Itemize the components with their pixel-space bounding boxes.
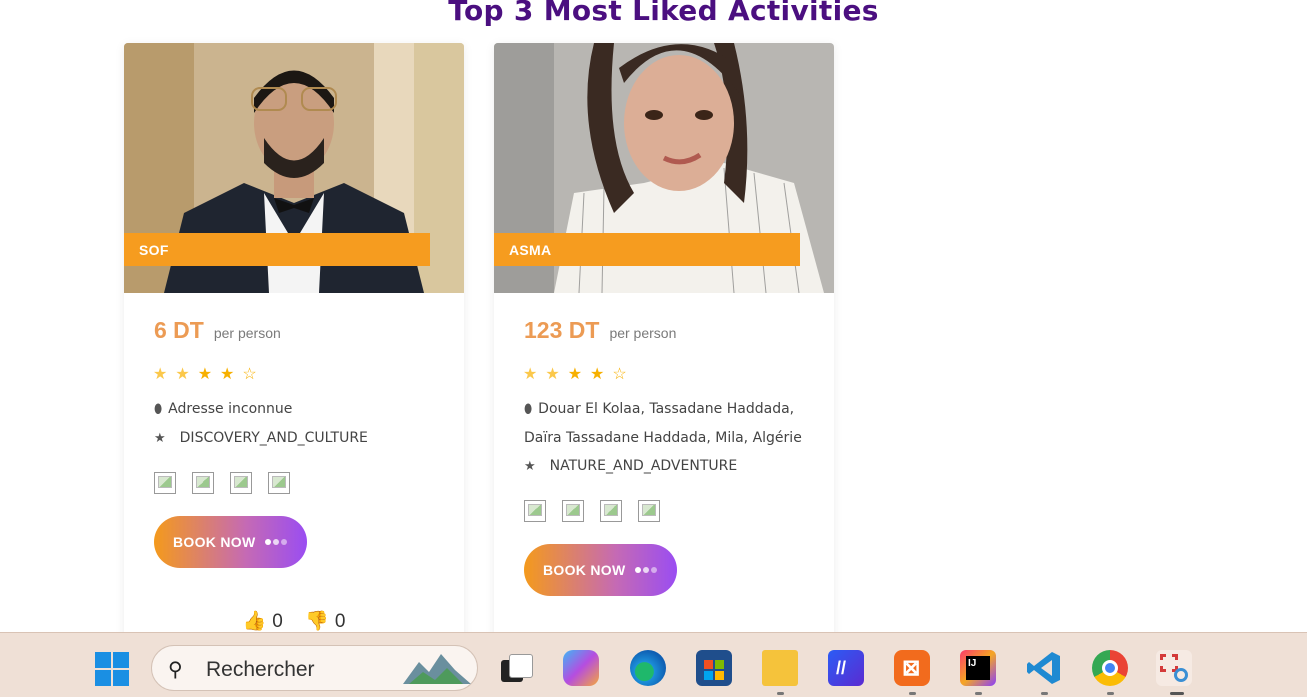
address-line: Douar El Kolaa, Tassadane Haddada,	[538, 401, 795, 417]
activity-photo[interactable]: ASMA	[494, 43, 834, 293]
broken-image-icon[interactable]	[562, 500, 584, 522]
address: ⬮ Douar El Kolaa, Tassadane Haddada, Daïr…	[524, 395, 802, 481]
broken-image-icon[interactable]	[230, 472, 252, 494]
activity-name-tag: ASMA	[494, 233, 800, 266]
copilot-icon[interactable]	[563, 650, 599, 686]
star-icon: ★	[175, 366, 198, 383]
price: 123 DT	[524, 317, 600, 343]
snipping-tool-icon[interactable]	[1156, 650, 1192, 686]
rating-stars: ★★★★☆	[153, 364, 265, 384]
app-icon[interactable]: //	[828, 650, 864, 686]
per-person-label: per person	[213, 325, 281, 341]
active-indicator	[1170, 692, 1184, 695]
star-category-icon: ★	[154, 431, 166, 446]
book-now-label: BOOK NOW	[543, 562, 626, 578]
map-pin-icon: ⬮	[154, 402, 163, 417]
votes-row: 👍 0 👎 0	[124, 609, 464, 633]
address-line: Adresse inconnue	[168, 401, 293, 417]
running-indicator	[909, 692, 916, 695]
price: 6 DT	[154, 317, 204, 343]
windows-start-icon[interactable]	[95, 652, 129, 686]
image-thumbnails	[154, 472, 290, 494]
book-now-button[interactable]: BOOK NOW	[154, 516, 307, 568]
star-icon: ★	[590, 366, 613, 383]
star-outline-icon: ☆	[242, 366, 265, 383]
price-row: 123 DT per person	[524, 317, 676, 344]
broken-image-icon[interactable]	[524, 500, 546, 522]
star-icon: ★	[567, 366, 591, 383]
map-pin-icon: ⬮	[524, 402, 533, 417]
likes-count: 0	[272, 611, 283, 632]
image-thumbnails	[524, 500, 660, 522]
broken-image-icon[interactable]	[600, 500, 622, 522]
book-now-button[interactable]: BOOK NOW	[524, 544, 677, 596]
category: DISCOVERY_AND_CULTURE	[179, 430, 368, 446]
activity-card: SOF 6 DT per person ★★★★☆ ⬮ Adresse inconn…	[124, 43, 464, 643]
search-icon: ⚲	[168, 659, 183, 681]
star-outline-icon: ☆	[612, 366, 635, 383]
taskbar-search-input[interactable]: ⚲ Rechercher	[151, 645, 478, 691]
search-highlight-icon	[403, 654, 471, 684]
broken-image-icon[interactable]	[154, 472, 176, 494]
star-icon: ★	[523, 366, 546, 383]
thumbs-down-icon[interactable]: 👎	[305, 611, 329, 632]
broken-image-icon[interactable]	[192, 472, 214, 494]
price-row: 6 DT per person	[154, 317, 281, 344]
store-icon[interactable]	[696, 650, 732, 686]
dots-icon	[635, 567, 657, 573]
address: ⬮ Adresse inconnue ★ DISCOVERY_AND_CULTURE	[154, 395, 368, 453]
address-line: Daïra Tassadane Haddada, Mila, Algérie	[524, 430, 802, 446]
activity-photo[interactable]: SOF	[124, 43, 464, 293]
running-indicator	[1107, 692, 1114, 695]
running-indicator	[1041, 692, 1048, 695]
broken-image-icon[interactable]	[638, 500, 660, 522]
star-icon: ★	[545, 366, 568, 383]
rating-stars: ★★★★☆	[523, 364, 635, 384]
dislikes-count: 0	[334, 611, 346, 632]
page-title: Top 3 Most Liked Activities	[448, 0, 879, 27]
per-person-label: per person	[609, 325, 677, 341]
search-placeholder: Rechercher	[206, 658, 315, 681]
category: NATURE_AND_ADVENTURE	[549, 458, 738, 474]
activity-name-tag: SOF	[124, 233, 430, 266]
chrome-icon[interactable]	[1092, 650, 1128, 686]
edge-icon[interactable]	[630, 650, 666, 686]
star-category-icon: ★	[524, 459, 536, 474]
star-icon: ★	[220, 366, 243, 383]
thumbs-up-icon[interactable]: 👍	[243, 611, 267, 632]
file-explorer-icon[interactable]	[762, 650, 798, 686]
vscode-icon[interactable]	[1026, 650, 1062, 686]
star-icon: ★	[197, 366, 221, 383]
broken-image-icon[interactable]	[268, 472, 290, 494]
xampp-icon[interactable]: ⊠	[894, 650, 930, 686]
book-now-label: BOOK NOW	[173, 534, 256, 550]
activity-card: ASMA 123 DT per person ★★★★☆ ⬮ Douar El Ko…	[494, 43, 834, 643]
dots-icon	[265, 539, 287, 545]
running-indicator	[777, 692, 784, 695]
task-view-icon[interactable]	[497, 650, 533, 686]
running-indicator	[975, 692, 982, 695]
intellij-icon[interactable]: IJ	[960, 650, 996, 686]
windows-taskbar: ⚲ Rechercher // ⊠ IJ	[0, 632, 1307, 697]
star-icon: ★	[153, 366, 176, 383]
